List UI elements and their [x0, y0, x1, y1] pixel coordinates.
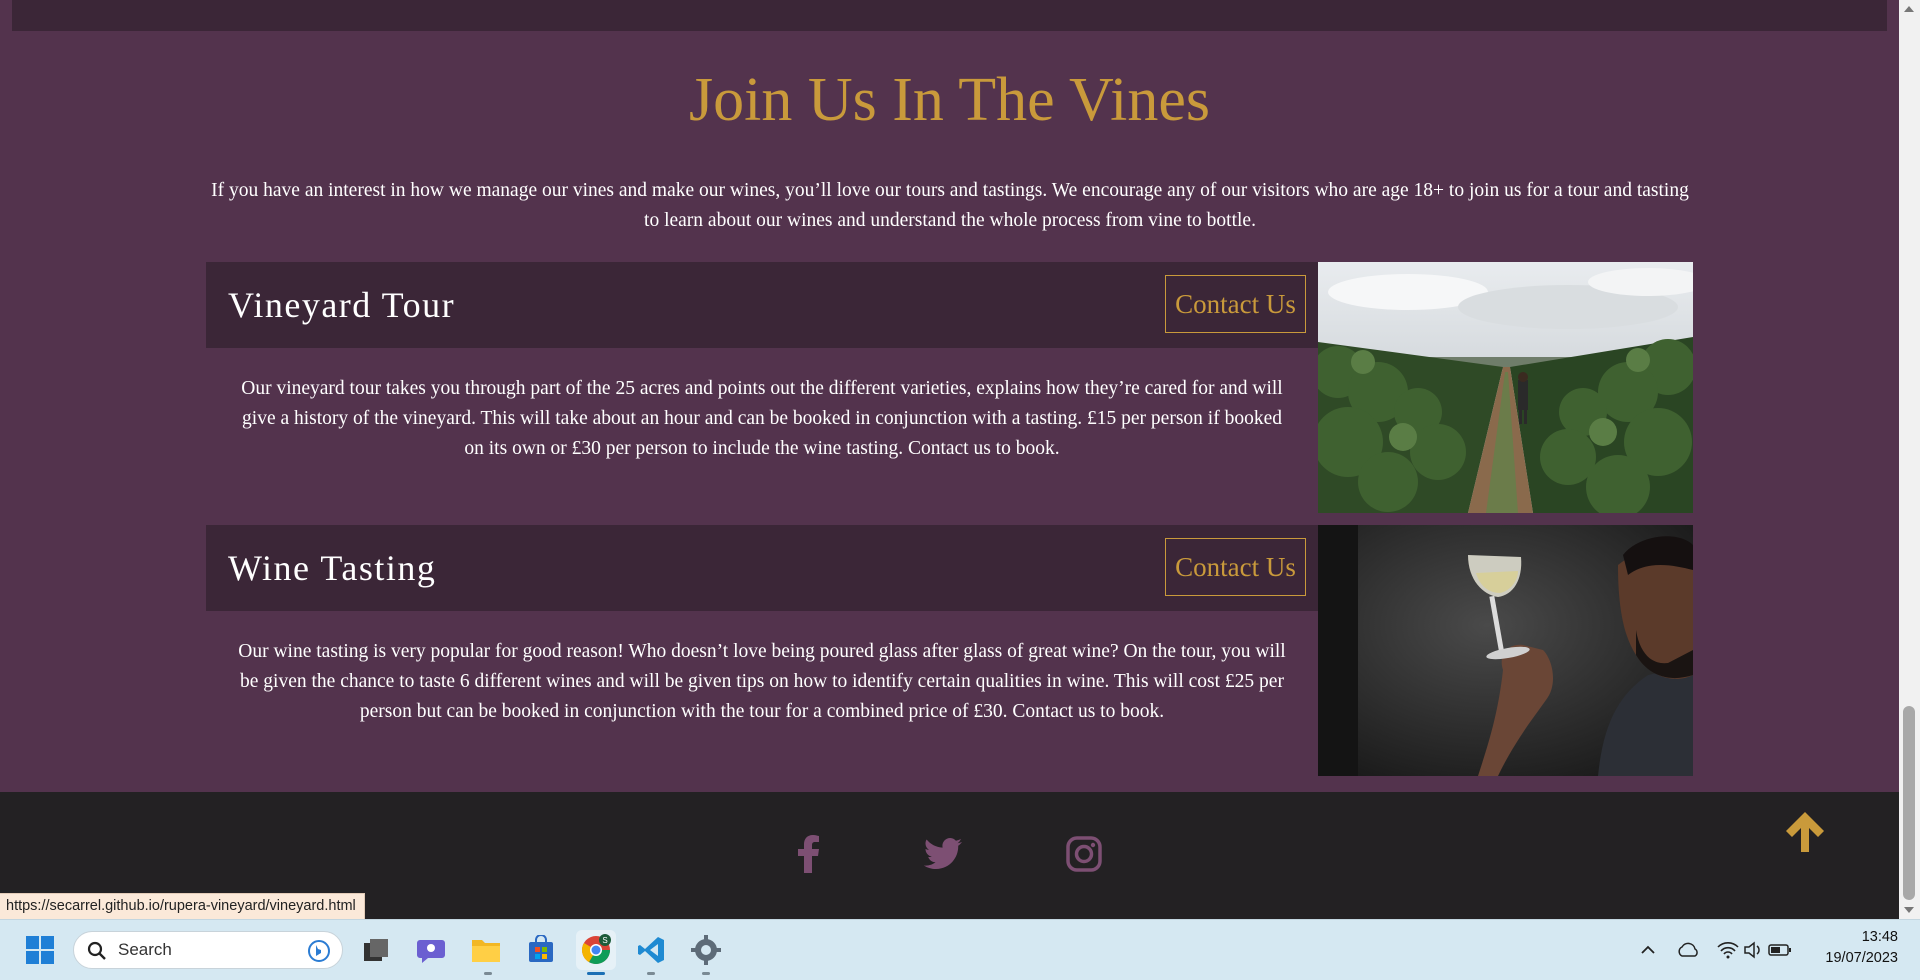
vscode-icon[interactable]	[631, 930, 671, 970]
contact-us-button[interactable]: Contact Us	[1165, 275, 1306, 333]
card-header: Vineyard Tour Contact Us	[206, 262, 1318, 348]
svg-text:S: S	[602, 936, 607, 945]
scroll-down-icon[interactable]	[1903, 905, 1915, 915]
card-description: Our vineyard tour takes you through part…	[241, 378, 1283, 459]
running-indicator	[702, 972, 710, 975]
file-explorer-icon[interactable]	[466, 930, 506, 970]
card-header: Wine Tasting Contact Us	[206, 525, 1318, 611]
chat-icon[interactable]	[411, 930, 451, 970]
card-title: Wine Tasting	[228, 548, 437, 588]
arrow-up-icon[interactable]	[1784, 810, 1826, 854]
man-holding-wine-glass-photo	[1318, 525, 1693, 776]
battery-icon[interactable]	[1766, 936, 1794, 964]
previous-section-bottom	[12, 0, 1887, 31]
scrollbar-thumb[interactable]	[1903, 706, 1915, 900]
vineyard-image	[1318, 262, 1693, 513]
card-title: Vineyard Tour	[228, 285, 456, 325]
start-icon[interactable]	[20, 930, 60, 970]
contact-us-button[interactable]: Contact Us	[1165, 538, 1306, 596]
settings-icon[interactable]	[686, 930, 726, 970]
running-indicator	[484, 972, 492, 975]
link-preview-status: https://secarrel.github.io/rupera-vineya…	[0, 893, 365, 920]
scroll-up-icon[interactable]	[1903, 4, 1915, 14]
section-title: Join Us In The Vines	[689, 66, 1210, 134]
chrome-icon[interactable]: S	[576, 930, 616, 970]
browser-viewport: Join Us In The Vines If you have an inte…	[0, 0, 1899, 919]
search-icon	[87, 941, 106, 960]
onedrive-icon[interactable]	[1674, 936, 1702, 964]
twitter-icon[interactable]	[921, 832, 965, 876]
clock-date[interactable]: 19/07/2023	[1800, 950, 1898, 966]
taskbar-search[interactable]: Search	[73, 931, 343, 969]
instagram-icon[interactable]	[1062, 832, 1106, 876]
wine-tasting-image	[1318, 525, 1693, 776]
intro-paragraph: If you have an interest in how we manage…	[211, 180, 1689, 231]
volume-icon[interactable]	[1740, 936, 1768, 964]
vineyard-tour-card: Vineyard Tour Contact Us Our vineyard to…	[206, 262, 1693, 513]
bing-icon[interactable]	[307, 939, 331, 963]
card-description: Our wine tasting is very popular for goo…	[238, 641, 1286, 722]
store-icon[interactable]	[521, 930, 561, 970]
running-indicator	[647, 972, 655, 975]
facebook-icon[interactable]	[787, 832, 831, 876]
clock-time[interactable]: 13:48	[1800, 929, 1898, 945]
active-indicator	[587, 972, 605, 975]
task-view-icon[interactable]	[356, 930, 396, 970]
search-placeholder: Search	[118, 940, 172, 959]
wifi-icon[interactable]	[1714, 936, 1742, 964]
vineyard-rows-photo	[1318, 262, 1693, 513]
wine-tasting-card: Wine Tasting Contact Us Our wine tasting…	[206, 525, 1693, 776]
chevron-up-icon[interactable]	[1634, 936, 1662, 964]
